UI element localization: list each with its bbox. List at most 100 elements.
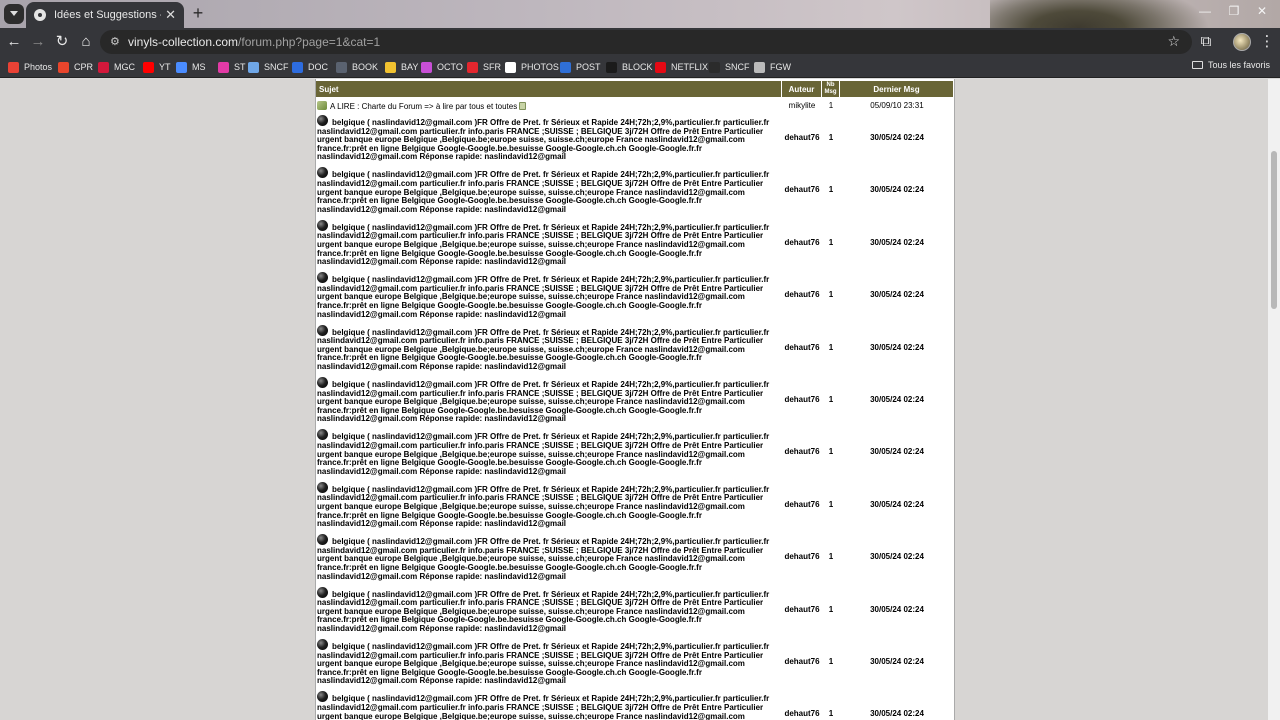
back-icon[interactable]: ←	[4, 32, 24, 52]
tab-search-button[interactable]	[4, 4, 24, 24]
author-link[interactable]: dehaut76	[782, 657, 822, 666]
bookmark-item[interactable]: POST	[560, 60, 601, 74]
tab-active[interactable]: Idées et Suggestions - Le Forum ✕	[26, 2, 184, 28]
author-link[interactable]: dehaut76	[782, 185, 822, 194]
all-bookmarks-button[interactable]: Tous les favoris	[1191, 60, 1270, 70]
author-link[interactable]: dehaut76	[782, 290, 822, 299]
author-link[interactable]: dehaut76	[782, 709, 822, 718]
subject-cell: belgique ( naslindavid12@gmail.com )FR O…	[317, 429, 783, 476]
subject-cell: belgique ( naslindavid12@gmail.com )FR O…	[317, 272, 783, 319]
close-window-icon[interactable]: ✕	[1252, 4, 1272, 18]
header-nb-msg[interactable]: Nb Msg	[822, 81, 840, 97]
extensions-icon[interactable]: ⧉	[1196, 32, 1216, 52]
bookmark-item[interactable]: FGW	[754, 60, 791, 74]
author-link[interactable]: dehaut76	[782, 500, 822, 509]
reload-icon[interactable]: ↻	[52, 32, 72, 52]
message-count: 1	[828, 237, 834, 247]
bookmark-item[interactable]: MS	[176, 60, 206, 74]
home-icon[interactable]: ⌂	[76, 32, 96, 52]
topic-status-icon	[317, 429, 328, 441]
last-message-date: 30/05/24 02:24	[870, 290, 924, 300]
bookmark-favicon-icon	[58, 61, 69, 73]
scrollbar-thumb[interactable]	[1271, 151, 1277, 309]
tab-title: Idées et Suggestions - Le Forum	[54, 9, 161, 21]
page-scrollbar[interactable]	[1268, 79, 1280, 720]
subject-link[interactable]: belgique ( naslindavid12@gmail.com )FR O…	[317, 590, 769, 633]
bookmark-favicon-icon	[505, 61, 516, 73]
last-message-date: 30/05/24 02:24	[870, 499, 924, 509]
bookmark-item[interactable]: NETFLIX	[655, 60, 708, 74]
subject-link[interactable]: belgique ( naslindavid12@gmail.com )FR O…	[317, 485, 769, 528]
bookmark-label: POST	[576, 62, 601, 72]
subject-link[interactable]: belgique ( naslindavid12@gmail.com )FR O…	[317, 275, 769, 318]
table-row: belgique ( naslindavid12@gmail.com )FR O…	[316, 691, 954, 720]
subject-link[interactable]: belgique ( naslindavid12@gmail.com )FR O…	[317, 380, 769, 423]
profile-avatar[interactable]	[1233, 33, 1251, 51]
author-link[interactable]: dehaut76	[782, 447, 822, 456]
bookmark-favicon-icon	[336, 61, 347, 73]
author-link[interactable]: dehaut76	[782, 133, 822, 142]
topic-status-icon	[317, 115, 328, 126]
menu-icon[interactable]: ⋮	[1257, 32, 1277, 52]
address-bar[interactable]: ⚙ vinyls-collection.com/forum.php?page=1…	[100, 30, 1192, 54]
topic-status-icon	[317, 639, 328, 650]
message-count: 1	[828, 133, 834, 142]
subject-cell: belgique ( naslindavid12@gmail.com )FR O…	[317, 377, 783, 424]
subject-link[interactable]: belgique ( naslindavid12@gmail.com )FR O…	[317, 694, 769, 720]
topic-status-icon	[317, 324, 328, 336]
bookmarks-bar: Tous les favoris Photos CPR MGC YT MS ST SNCF D…	[0, 56, 1280, 78]
table-row: belgique ( naslindavid12@gmail.com )FR O…	[316, 534, 954, 586]
bookmark-item[interactable]: OCTO	[421, 60, 463, 74]
bookmark-item[interactable]: YT	[143, 60, 171, 74]
bookmark-favicon-icon	[709, 61, 720, 73]
author-link[interactable]: dehaut76	[782, 552, 822, 561]
subject-link[interactable]: belgique ( naslindavid12@gmail.com )FR O…	[317, 537, 769, 580]
bookmark-item[interactable]: SNCF	[709, 60, 750, 74]
bookmark-star-icon[interactable]: ☆	[1167, 33, 1180, 50]
table-row: belgique ( naslindavid12@gmail.com )FR O…	[316, 429, 954, 481]
header-dernier-msg[interactable]: Dernier Msg	[840, 81, 954, 97]
bookmark-item[interactable]: Photos	[8, 60, 52, 74]
bookmark-item[interactable]: SFR	[467, 60, 501, 74]
bookmark-label: OCTO	[437, 62, 463, 72]
subject-link[interactable]: belgique ( naslindavid12@gmail.com )FR O…	[317, 642, 769, 685]
subject-link[interactable]: belgique ( naslindavid12@gmail.com )FR O…	[317, 170, 769, 214]
all-bookmarks-label: Tous les favoris	[1207, 60, 1270, 70]
bookmark-favicon-icon	[176, 61, 187, 73]
bookmark-item[interactable]: MGC	[98, 60, 135, 74]
header-auteur[interactable]: Auteur	[782, 81, 822, 97]
bookmark-item[interactable]: BLOCK	[606, 60, 653, 74]
forward-icon[interactable]: →	[28, 32, 48, 52]
pinned-author[interactable]: mikylite	[782, 101, 822, 110]
subject-link[interactable]: belgique ( naslindavid12@gmail.com )FR O…	[317, 223, 769, 266]
bookmark-item[interactable]: PHOTOS	[505, 60, 559, 74]
minimize-icon[interactable]: —	[1195, 4, 1215, 18]
table-row: belgique ( naslindavid12@gmail.com )FR O…	[316, 481, 954, 534]
maximize-icon[interactable]: ❐	[1224, 4, 1244, 18]
site-info-icon[interactable]: ⚙	[110, 35, 124, 49]
bookmark-item[interactable]: DOC	[292, 60, 328, 74]
forum-table: Sujet Auteur Nb Msg Dernier Msg A LIRE :…	[315, 79, 955, 720]
header-sujet[interactable]: Sujet	[316, 81, 782, 97]
wallpaper-palm	[990, 0, 1210, 28]
bookmark-item[interactable]: BOOK	[336, 60, 378, 74]
bookmark-item[interactable]: CPR	[58, 60, 93, 74]
tab-close-icon[interactable]: ✕	[165, 7, 176, 23]
bookmark-item[interactable]: SNCF	[248, 60, 289, 74]
pinned-subject-link[interactable]: A LIRE : Charte du Forum => à lire par t…	[330, 102, 517, 111]
author-link[interactable]: dehaut76	[782, 343, 822, 352]
subject-link[interactable]: belgique ( naslindavid12@gmail.com )FR O…	[317, 118, 769, 161]
message-count: 1	[828, 499, 834, 509]
bookmark-favicon-icon	[218, 61, 229, 73]
subject-link[interactable]: belgique ( naslindavid12@gmail.com )FR O…	[317, 432, 769, 476]
author-link[interactable]: dehaut76	[782, 395, 822, 404]
new-tab-button[interactable]: +	[188, 3, 208, 23]
table-row: belgique ( naslindavid12@gmail.com )FR O…	[316, 167, 954, 219]
subject-link[interactable]: belgique ( naslindavid12@gmail.com )FR O…	[317, 328, 769, 371]
author-link[interactable]: dehaut76	[782, 238, 822, 247]
url-text: vinyls-collection.com/forum.php?page=1&c…	[128, 35, 380, 49]
author-link[interactable]: dehaut76	[782, 605, 822, 614]
bookmark-item[interactable]: ST	[218, 60, 246, 74]
pinned-date: 05/09/10 23:31	[870, 101, 924, 110]
bookmark-item[interactable]: BAY	[385, 60, 418, 74]
